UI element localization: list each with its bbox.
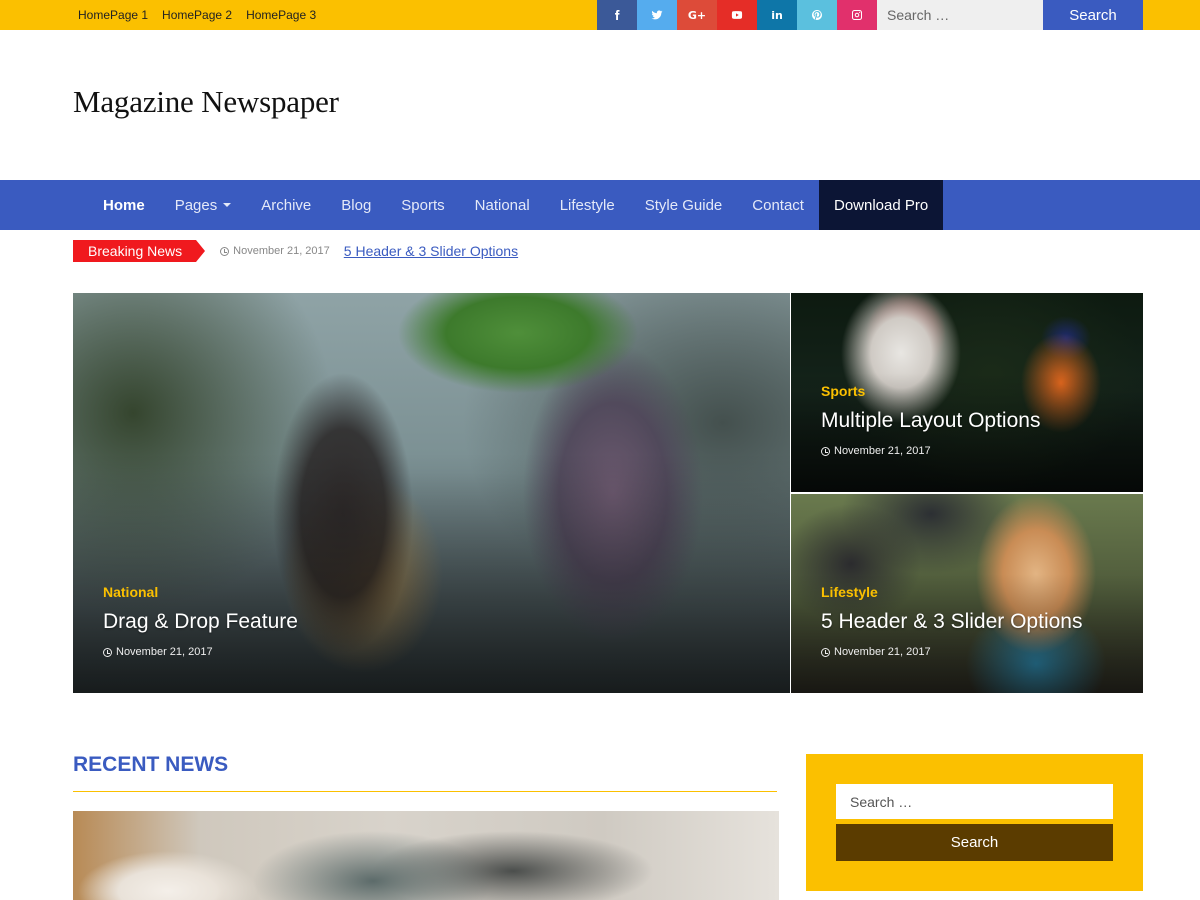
site-title[interactable]: Magazine Newspaper (73, 84, 339, 120)
nav-item-home[interactable]: Home (88, 180, 160, 230)
recent-news-heading: RECENT NEWS (73, 753, 229, 776)
clock-icon (821, 446, 830, 456)
post-date-text: November 21, 2017 (116, 646, 213, 658)
nav-item-label: Home (103, 196, 145, 214)
nav-item-pages[interactable]: Pages (160, 180, 247, 230)
clock-icon (103, 647, 112, 657)
top-link-homepage-3[interactable]: HomePage 3 (246, 8, 316, 22)
youtube-icon[interactable] (717, 0, 757, 30)
nav-item-label: Contact (752, 196, 804, 214)
breaking-date-text: November 21, 2017 (233, 245, 330, 257)
post-title[interactable]: Multiple Layout Options (821, 409, 1040, 433)
twitter-icon[interactable] (637, 0, 677, 30)
featured-post-lifestyle[interactable]: Lifestyle 5 Header & 3 Slider Options No… (791, 494, 1143, 693)
top-links: HomePage 1 HomePage 2 HomePage 3 (78, 0, 316, 30)
post-date: November 21, 2017 (103, 646, 213, 658)
featured-post-sports[interactable]: Sports Multiple Layout Options November … (791, 293, 1143, 492)
top-bar: HomePage 1 HomePage 2 HomePage 3 G+ in S… (0, 0, 1200, 30)
instagram-icon[interactable] (837, 0, 877, 30)
nav-item-archive[interactable]: Archive (246, 180, 326, 230)
section-divider (73, 791, 777, 792)
social-links: G+ in (597, 0, 877, 30)
nav-item-label: Sports (401, 196, 445, 214)
nav-item-label: National (474, 196, 530, 214)
post-date: November 21, 2017 (821, 445, 931, 457)
nav-item-contact[interactable]: Contact (737, 180, 819, 230)
top-search-button[interactable]: Search (1043, 0, 1143, 30)
nav-item-download-pro[interactable]: Download Pro (818, 180, 944, 230)
post-date: November 21, 2017 (821, 646, 931, 658)
post-title[interactable]: Drag & Drop Feature (103, 610, 298, 634)
nav-item-label: Archive (261, 196, 312, 214)
google-plus-icon[interactable]: G+ (677, 0, 717, 30)
nav-item-label: Lifestyle (559, 196, 615, 214)
nav-item-label: Style Guide (644, 196, 723, 214)
post-date-text: November 21, 2017 (834, 646, 931, 658)
post-category[interactable]: Sports (821, 383, 865, 399)
sidebar-search-input[interactable] (836, 784, 1113, 819)
breaking-news-date: November 21, 2017 (220, 245, 330, 257)
sidebar-search-widget: Search (806, 754, 1143, 891)
featured-post-main[interactable]: National Drag & Drop Feature November 21… (73, 293, 790, 693)
post-date-text: November 21, 2017 (834, 445, 931, 457)
breaking-news-link[interactable]: 5 Header & 3 Slider Options (344, 243, 518, 259)
top-link-homepage-2[interactable]: HomePage 2 (162, 8, 232, 22)
nav-item-label: Pages (174, 196, 218, 214)
caret-down-icon (223, 203, 232, 207)
post-title[interactable]: 5 Header & 3 Slider Options (821, 610, 1082, 634)
breaking-news-label: Breaking News (73, 240, 206, 262)
recent-news-thumbnail[interactable] (73, 811, 779, 900)
pinterest-icon[interactable] (797, 0, 837, 30)
breaking-news-bar: Breaking News November 21, 2017 5 Header… (73, 240, 518, 262)
nav-item-blog[interactable]: Blog (326, 180, 386, 230)
nav-item-label: Download Pro (833, 196, 929, 214)
nav-item-label: Blog (341, 196, 372, 214)
clock-icon (220, 246, 230, 256)
nav-item-national[interactable]: National (460, 180, 545, 230)
nav-item-sports[interactable]: Sports (386, 180, 459, 230)
top-search-input[interactable] (877, 0, 1043, 30)
nav-item-lifestyle[interactable]: Lifestyle (545, 180, 630, 230)
facebook-icon[interactable] (597, 0, 637, 30)
sidebar-search-button[interactable]: Search (836, 824, 1113, 861)
clock-icon (821, 647, 830, 657)
top-link-homepage-1[interactable]: HomePage 1 (78, 8, 148, 22)
post-category[interactable]: National (103, 584, 158, 600)
nav-item-style-guide[interactable]: Style Guide (630, 180, 738, 230)
post-category[interactable]: Lifestyle (821, 584, 878, 600)
main-nav: Home Pages Archive Blog Sports National … (0, 180, 1200, 230)
linkedin-icon[interactable]: in (757, 0, 797, 30)
